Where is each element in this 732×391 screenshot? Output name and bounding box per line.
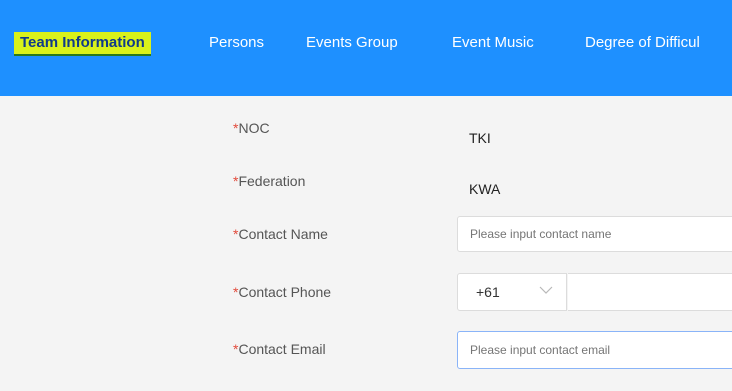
federation-label-text: Federation	[238, 173, 306, 189]
top-navigation: Team Information Persons Events Group Ev…	[0, 0, 732, 96]
tab-event-music[interactable]: Event Music	[452, 32, 534, 54]
noc-value: TKI	[469, 130, 491, 146]
contact-email-label-text: Contact Email	[238, 341, 326, 357]
tab-degree-of-difficulty[interactable]: Degree of Difficul	[585, 32, 700, 54]
contact-email-input[interactable]	[457, 331, 732, 369]
noc-label: *NOC	[233, 120, 270, 136]
contact-email-label: *Contact Email	[233, 341, 326, 357]
federation-value: KWA	[469, 181, 501, 197]
phone-number-input[interactable]	[568, 273, 732, 311]
contact-name-label-text: Contact Name	[238, 226, 328, 242]
tab-events-group[interactable]: Events Group	[306, 32, 398, 54]
phone-code-select[interactable]: +61	[457, 273, 567, 311]
tab-persons[interactable]: Persons	[209, 32, 264, 54]
tab-team-information[interactable]: Team Information	[14, 32, 151, 56]
contact-phone-label-text: Contact Phone	[238, 284, 332, 300]
phone-code-value: +61	[476, 284, 500, 300]
contact-phone-label: *Contact Phone	[233, 284, 331, 300]
federation-label: *Federation	[233, 173, 305, 189]
noc-label-text: NOC	[238, 120, 270, 136]
contact-name-label: *Contact Name	[233, 226, 328, 242]
chevron-down-icon	[539, 286, 553, 294]
contact-name-input[interactable]	[457, 216, 732, 252]
